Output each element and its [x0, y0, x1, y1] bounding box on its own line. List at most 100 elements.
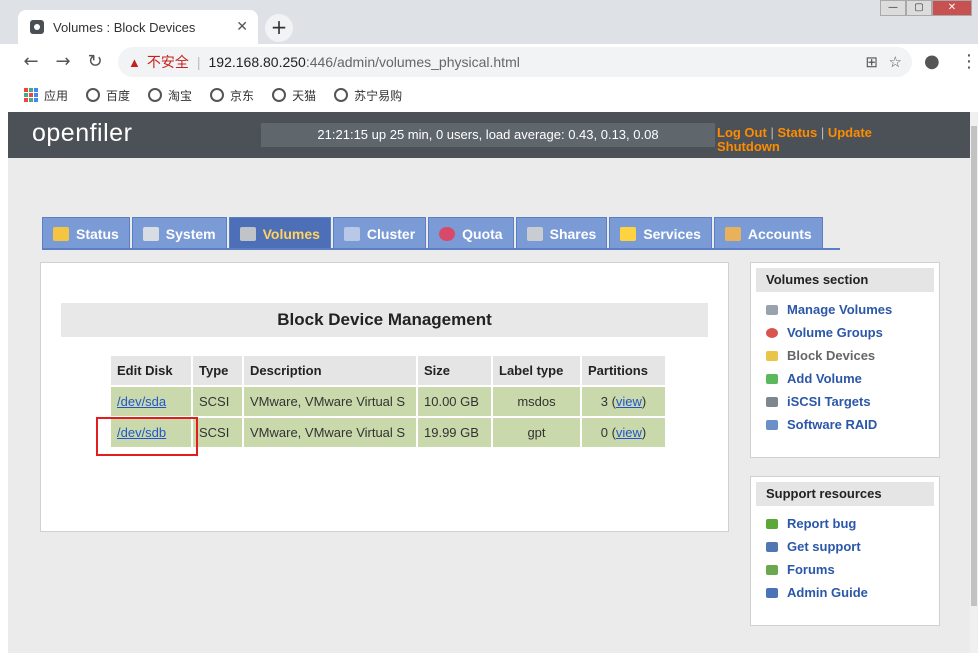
tab-accounts[interactable]: Accounts: [713, 217, 823, 249]
shutdown-link[interactable]: Shutdown: [717, 139, 780, 154]
bookmark-label: 应用: [44, 88, 69, 103]
partitions-cell: 0 (view): [582, 418, 665, 447]
close-window-button[interactable]: ✕: [932, 0, 972, 16]
warning-icon[interactable]: ▲: [128, 55, 141, 70]
label-type-cell: gpt: [493, 418, 580, 447]
sidebar-item-label: Block Devices: [787, 348, 876, 363]
tab-cluster[interactable]: Cluster: [332, 217, 427, 249]
new-tab-button[interactable]: +: [265, 14, 293, 42]
forums-icon: [766, 564, 778, 575]
column-header: Description: [244, 356, 416, 385]
services-icon: [620, 226, 637, 241]
column-header: Partitions: [582, 356, 665, 385]
browser-tab[interactable]: Volumes : Block Devices ✕: [18, 10, 258, 44]
tab-title: Volumes : Block Devices: [53, 19, 196, 35]
openfiler-logo: openfiler: [32, 119, 133, 147]
forward-button[interactable]: →: [52, 51, 74, 72]
tab-label: Services: [643, 225, 701, 242]
edit-disk-link[interactable]: /dev/sda: [117, 394, 166, 409]
main-nav-tabs: Status System Volumes Cluster Quota Shar…: [42, 217, 825, 249]
block-device-panel: Block Device Management Edit Disk Type D…: [40, 262, 729, 532]
tab-shares[interactable]: Shares: [515, 217, 608, 249]
profile-icon[interactable]: ●: [924, 51, 940, 72]
sidebar-item-forums[interactable]: Forums: [751, 558, 939, 581]
sidebar-item-get-support[interactable]: Get support: [751, 535, 939, 558]
label-type-cell: msdos: [493, 387, 580, 416]
partitions-count: 0: [600, 425, 608, 440]
sidebar-item-iscsi-targets[interactable]: iSCSI Targets: [751, 390, 939, 413]
partitions-count: 3: [600, 394, 608, 409]
tab-volumes[interactable]: Volumes: [228, 217, 331, 249]
disk-cell: /dev/sda: [111, 387, 191, 416]
sidebar-item-label: iSCSI Targets: [787, 394, 871, 409]
menu-icon[interactable]: ⋮: [960, 51, 978, 72]
openfiler-header: openfiler 21:21:15 up 25 min, 0 users, l…: [8, 112, 970, 158]
bookmark-star-icon[interactable]: ☆: [889, 53, 902, 71]
sidebar-item-label: Get support: [787, 539, 861, 554]
status-icon: [53, 226, 69, 241]
globe-icon: [334, 88, 349, 102]
url-host: 192.168.80.250: [208, 54, 306, 70]
type-cell: SCSI: [193, 387, 242, 416]
globe-icon: [148, 88, 163, 102]
apps-icon: [24, 88, 38, 102]
sidebar-item-label: Add Volume: [787, 371, 862, 386]
bookmark-suning[interactable]: 苏宁易购: [334, 87, 402, 104]
minimize-button[interactable]: —: [880, 0, 906, 16]
url-separator: |: [196, 54, 201, 70]
sidebar-item-manage-volumes[interactable]: Manage Volumes: [751, 298, 939, 321]
view-partitions-link[interactable]: view: [616, 425, 642, 440]
iscsi-targets-icon: [766, 396, 778, 407]
page-scrollbar[interactable]: [970, 112, 978, 653]
tab-label: Accounts: [747, 225, 812, 242]
size-cell: 19.99 GB: [418, 418, 491, 447]
sidebar-item-label: Volume Groups: [787, 325, 883, 340]
logout-link[interactable]: Log Out: [717, 125, 767, 140]
page-viewport: openfiler 21:21:15 up 25 min, 0 users, l…: [8, 112, 970, 653]
tab-label: System: [165, 225, 216, 242]
support-icon: [766, 541, 778, 552]
reload-button[interactable]: ↻: [84, 51, 106, 72]
status-link[interactable]: Status: [777, 125, 817, 140]
description-cell: VMware, VMware Virtual S: [244, 387, 416, 416]
bookmark-label: 京东: [230, 88, 255, 103]
tab-services[interactable]: Services: [609, 217, 712, 249]
translate-icon[interactable]: ⊞: [865, 53, 878, 71]
tab-close-icon[interactable]: ✕: [236, 19, 248, 35]
column-header: Size: [418, 356, 491, 385]
sidebar-item-block-devices[interactable]: Block Devices: [751, 344, 939, 367]
scrollbar-thumb[interactable]: [971, 126, 977, 606]
bookmark-baidu[interactable]: 百度: [86, 87, 130, 104]
sidebar-item-label: Manage Volumes: [787, 302, 893, 317]
support-resources-panel: Support resources Report bug Get support…: [750, 476, 940, 626]
sidebar-item-volume-groups[interactable]: Volume Groups: [751, 321, 939, 344]
bookmark-jd[interactable]: 京东: [210, 87, 254, 104]
type-cell: SCSI: [193, 418, 242, 447]
cluster-icon: [343, 226, 360, 241]
bookmark-taobao[interactable]: 淘宝: [148, 87, 192, 104]
sidebar-item-report-bug[interactable]: Report bug: [751, 512, 939, 535]
tab-system[interactable]: System: [131, 217, 227, 249]
tab-status[interactable]: Status: [42, 217, 130, 249]
insecure-label[interactable]: 不安全: [147, 52, 189, 72]
support-resources-title: Support resources: [756, 482, 934, 506]
sidebar-item-add-volume[interactable]: Add Volume: [751, 367, 939, 390]
back-button[interactable]: ←: [20, 51, 42, 72]
tab-quota[interactable]: Quota: [428, 217, 514, 249]
bookmark-tmall[interactable]: 天猫: [272, 87, 316, 104]
update-link[interactable]: Update: [828, 125, 872, 140]
view-partitions-link[interactable]: view: [616, 394, 642, 409]
column-header: Label type: [493, 356, 580, 385]
volumes-section-title: Volumes section: [756, 268, 934, 292]
sidebar-item-admin-guide[interactable]: Admin Guide: [751, 581, 939, 604]
partitions-cell: 3 (view): [582, 387, 665, 416]
column-header: Type: [193, 356, 242, 385]
bookmark-apps[interactable]: 应用: [24, 87, 68, 104]
software-raid-icon: [766, 419, 778, 430]
column-header: Edit Disk: [111, 356, 191, 385]
maximize-button[interactable]: ▢: [906, 0, 932, 16]
sidebar-item-software-raid[interactable]: Software RAID: [751, 413, 939, 436]
sidebar-item-label: Forums: [787, 562, 835, 577]
header-links: Log Out | Status | Update Shutdown: [717, 126, 967, 154]
url-bar[interactable]: ▲ 不安全 | 192.168.80.250 :446/admin/volume…: [118, 47, 912, 77]
